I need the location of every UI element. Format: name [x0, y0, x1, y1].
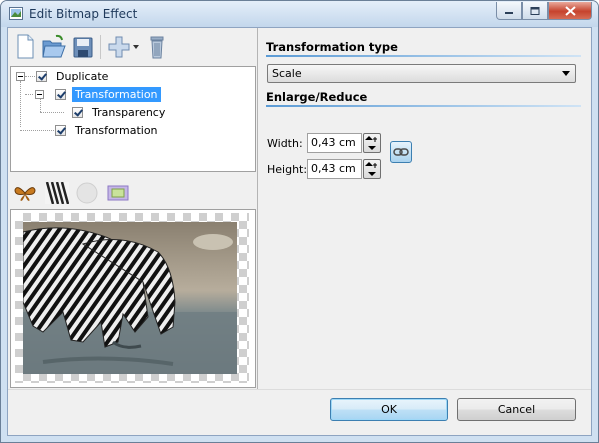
- delete-button[interactable]: [145, 33, 169, 61]
- dialog-window: Edit Bitmap Effect Duplicate Transformat…: [0, 0, 599, 443]
- delete-trash-icon: [150, 36, 164, 59]
- close-icon: [564, 5, 576, 16]
- circle-button[interactable]: [75, 182, 99, 204]
- zebra-button[interactable]: [45, 181, 70, 205]
- properties-pane: Transformation type Scale Enlarge/Reduce…: [258, 28, 591, 389]
- preview-toolbar: [8, 178, 257, 208]
- toolbar-separator: [100, 35, 101, 59]
- collapse-toggle[interactable]: [16, 72, 25, 81]
- butterfly-button[interactable]: [13, 182, 37, 204]
- transformation-type-select[interactable]: Scale: [267, 64, 576, 83]
- select-value: Scale: [272, 67, 302, 80]
- circle-icon: [76, 182, 98, 204]
- add-plus-icon: [108, 36, 139, 58]
- checkbox[interactable]: [72, 106, 83, 118]
- close-button[interactable]: [548, 2, 592, 20]
- checkbox[interactable]: [55, 124, 66, 136]
- butterfly-icon: [14, 187, 36, 201]
- section-heading-transformation-type: Transformation type: [266, 40, 398, 54]
- minimize-button[interactable]: [496, 2, 522, 20]
- width-field[interactable]: 0,43 cm: [307, 133, 362, 153]
- tree-item-transformation[interactable]: Transformation: [55, 85, 161, 103]
- maximize-icon: [530, 6, 540, 15]
- tree-item-label: Transformation: [75, 123, 158, 137]
- stepper-arrows-icon: [365, 162, 377, 176]
- stepper-arrows-icon: [365, 136, 377, 150]
- title-bar[interactable]: Edit Bitmap Effect: [1, 1, 598, 27]
- tree-item-label: Duplicate: [56, 69, 109, 83]
- effects-tree[interactable]: Duplicate Transformation Transparency Tr…: [10, 66, 256, 172]
- height-label: Height:: [267, 163, 308, 176]
- ok-button[interactable]: OK: [330, 398, 448, 421]
- tree-item-label: Transformation: [72, 86, 161, 102]
- section-divider: [266, 105, 581, 107]
- chain-link-icon: [393, 148, 409, 156]
- checkbox[interactable]: [55, 88, 66, 100]
- save-button[interactable]: [71, 33, 95, 61]
- bitmap-effect-icon: [9, 7, 23, 20]
- open-button[interactable]: [41, 33, 67, 61]
- add-button[interactable]: [107, 33, 141, 61]
- height-field[interactable]: 0,43 cm: [307, 159, 362, 179]
- window-title: Edit Bitmap Effect: [29, 7, 138, 21]
- footer-divider: [8, 389, 591, 390]
- width-stepper[interactable]: [363, 133, 381, 153]
- cancel-button[interactable]: Cancel: [457, 398, 576, 421]
- tree-line: [20, 130, 56, 132]
- new-document-icon: [17, 34, 34, 59]
- tree-item-duplicate[interactable]: Duplicate: [36, 67, 111, 85]
- collapse-toggle[interactable]: [35, 90, 44, 99]
- tree-line: [40, 112, 64, 114]
- section-heading-enlarge-reduce: Enlarge/Reduce: [266, 90, 368, 104]
- maximize-button[interactable]: [522, 2, 548, 20]
- save-disk-icon: [73, 37, 93, 58]
- effects-pane: Duplicate Transformation Transparency Tr…: [8, 28, 258, 389]
- section-divider: [266, 55, 581, 57]
- frame-icon: [107, 185, 129, 201]
- zebra-photo-preview: [23, 222, 237, 374]
- width-label: Width:: [267, 137, 303, 150]
- dialog-client: Duplicate Transformation Transparency Tr…: [7, 27, 592, 436]
- effect-preview: [10, 209, 256, 388]
- minimize-icon: [505, 11, 513, 14]
- height-stepper[interactable]: [363, 159, 381, 179]
- tree-line: [25, 76, 35, 78]
- checkbox[interactable]: [36, 70, 47, 82]
- tree-item-transparency[interactable]: Transparency: [72, 103, 168, 121]
- tree-item-transformation-2[interactable]: Transformation: [55, 121, 161, 139]
- toolbar: [8, 28, 257, 66]
- zebra-icon: [45, 181, 70, 205]
- link-proportions-button[interactable]: [390, 141, 412, 163]
- chevron-down-icon: [562, 71, 570, 76]
- open-folder-icon: [42, 34, 66, 58]
- tree-item-label: Transparency: [92, 105, 166, 119]
- new-button[interactable]: [13, 33, 37, 61]
- tree-line: [25, 94, 33, 96]
- tree-line: [40, 99, 42, 112]
- frame-button[interactable]: [106, 182, 130, 204]
- tree-line: [20, 81, 22, 127]
